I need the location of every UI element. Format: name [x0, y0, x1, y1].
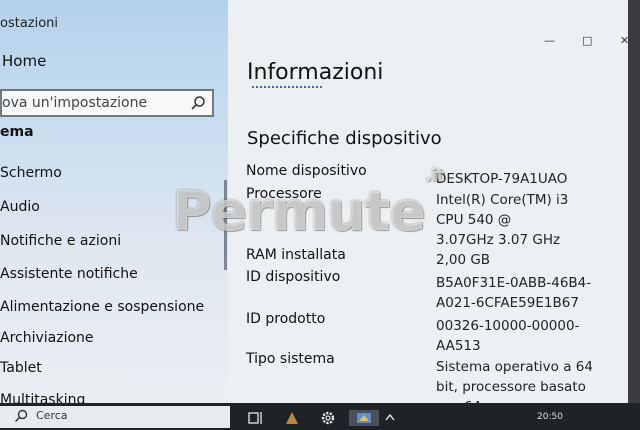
spec-label-system-type: Tipo sistema: [246, 351, 335, 367]
spec-value-product-id: 00326-10000-00000- AA513: [436, 318, 580, 354]
nav-home-link[interactable]: Home: [2, 52, 46, 70]
watermark-text: Permute: [172, 180, 426, 243]
taskbar-search-icon[interactable]: [14, 409, 28, 423]
window-title: ostazioni: [0, 16, 59, 31]
spec-value-device-id: B5A0F31E-0ABB-46B4- A021-6CFAE59E1B67: [436, 275, 592, 311]
page-title: Informazioni: [247, 60, 384, 85]
settings-gear-icon[interactable]: [319, 410, 337, 426]
nav-section-heading: ema: [0, 124, 34, 140]
nav-item-assistente-notifiche[interactable]: Assistente notifiche: [0, 266, 138, 282]
section-title: Specifiche dispositivo: [247, 128, 442, 149]
taskbar-search-box[interactable]: [0, 406, 230, 428]
spec-value-ram: 2,00 GB: [436, 252, 491, 268]
spec-label-product-id: ID prodotto: [246, 311, 326, 327]
control-panel-icon[interactable]: [349, 410, 379, 426]
taskbar-clock[interactable]: 20:50: [537, 412, 563, 422]
search-input[interactable]: ova un'impostazione: [2, 95, 147, 111]
nav-item-audio[interactable]: Audio: [0, 199, 40, 215]
nav-item-archiviazione[interactable]: Archiviazione: [0, 330, 94, 346]
chevron-up-icon[interactable]: [384, 410, 396, 426]
maximize-button[interactable]: □: [582, 34, 592, 47]
spec-label-device-id: ID dispositivo: [246, 269, 341, 285]
taskbar-search-input[interactable]: Cerca: [36, 409, 68, 422]
settings-window: ostazioni Home ova un'impostazione ema S…: [0, 0, 640, 412]
app-icon[interactable]: [283, 410, 301, 426]
task-view-icon[interactable]: [247, 410, 265, 426]
spec-value-device-name: DESKTOP-79A1UAO: [436, 171, 568, 187]
settings-search-box[interactable]: ova un'impostazione: [0, 89, 214, 117]
search-icon[interactable]: [190, 95, 206, 111]
nav-item-schermo[interactable]: Schermo: [0, 165, 62, 181]
watermark-logo: Permute.it: [172, 165, 445, 243]
spec-label-device-name: Nome dispositivo: [246, 163, 367, 179]
spec-label-ram: RAM installata: [246, 247, 346, 263]
nav-item-alimentazione[interactable]: Alimentazione e sospensione: [0, 299, 204, 315]
nav-item-tablet[interactable]: Tablet: [0, 360, 42, 376]
spec-value-processor: Intel(R) Core(TM) i3 CPU 540 @ 3.07GHz 3…: [436, 192, 569, 248]
nav-item-notifiche[interactable]: Notifiche e azioni: [0, 233, 121, 249]
monitor-bezel: [628, 0, 640, 412]
minimize-button[interactable]: —: [544, 34, 555, 47]
watermark-suffix: .it: [424, 165, 445, 186]
scrolled-link-remnant: [252, 86, 322, 92]
